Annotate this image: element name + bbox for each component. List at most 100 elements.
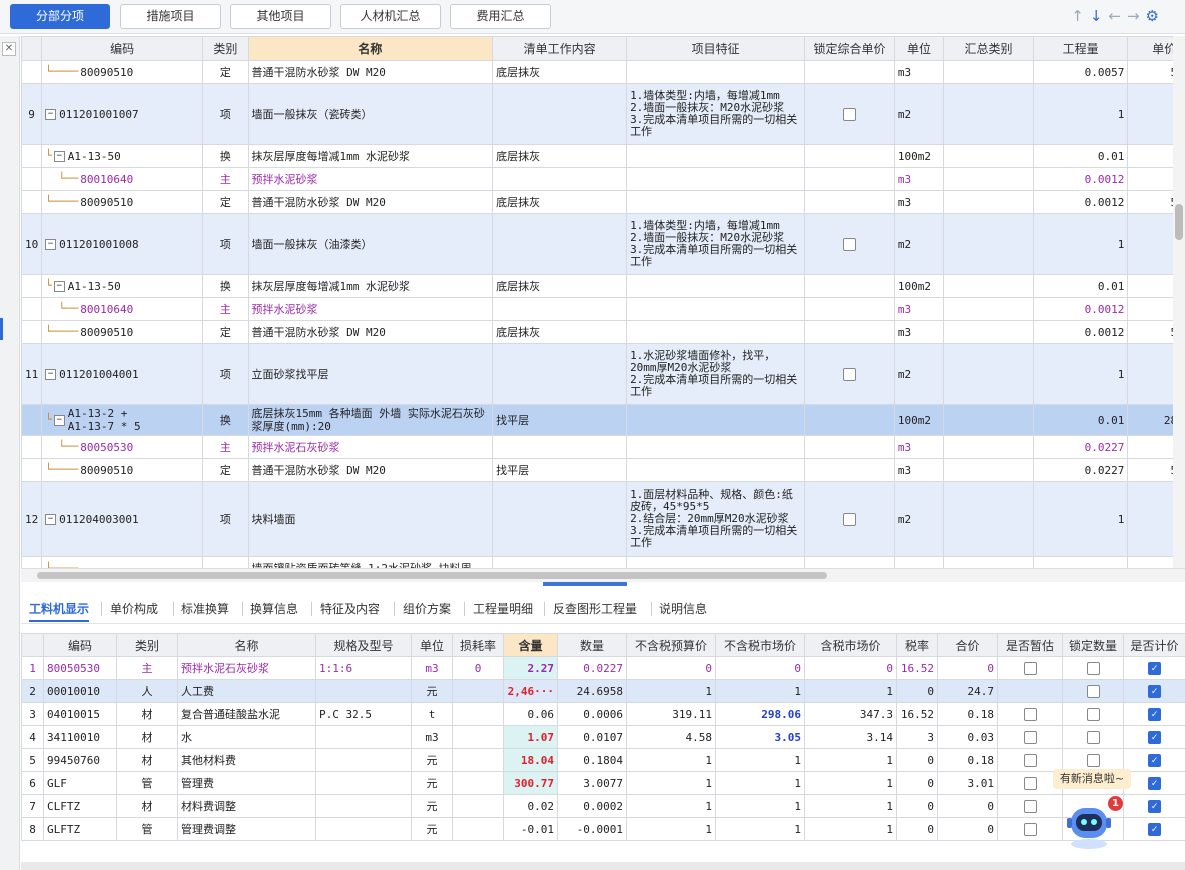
res-code[interactable]: 04010015 xyxy=(43,702,117,726)
item-quantity[interactable]: 0.01 xyxy=(1032,274,1129,298)
res-total[interactable]: 0 xyxy=(937,794,998,818)
item-name[interactable]: 普通干混防水砂浆 DW M20 xyxy=(247,190,494,214)
item-unit[interactable]: m3 xyxy=(893,60,945,84)
header-work[interactable]: 清单工作内容 xyxy=(492,36,628,61)
item-quantity[interactable]: 0.0057 xyxy=(1032,60,1129,84)
item-unit[interactable]: m2 xyxy=(893,213,945,275)
res-code[interactable]: 99450760 xyxy=(43,748,117,772)
item-code[interactable]: −011201004001 xyxy=(41,343,204,405)
item-code[interactable]: └──── xyxy=(41,556,204,568)
item-feature[interactable] xyxy=(626,144,806,168)
res-amount[interactable]: 0.0227 xyxy=(557,656,627,680)
item-code[interactable]: └──── 80090510 xyxy=(41,190,204,214)
lh-type[interactable]: 类别 xyxy=(116,633,178,657)
item-summary[interactable] xyxy=(943,274,1034,298)
item-unit[interactable]: m2 xyxy=(893,481,945,557)
res-type[interactable]: 人 xyxy=(116,679,178,703)
item-feature[interactable] xyxy=(626,297,806,321)
res-name[interactable]: 材料费调整 xyxy=(177,794,316,818)
res-spec[interactable] xyxy=(315,794,412,818)
checkbox[interactable] xyxy=(1086,753,1100,767)
item-work[interactable] xyxy=(492,167,628,191)
checkbox[interactable] xyxy=(1023,661,1037,675)
res-estimate[interactable] xyxy=(997,702,1063,726)
bottom-scrollbar[interactable] xyxy=(21,862,1185,870)
item-code[interactable]: └──── 80090510 xyxy=(41,60,204,84)
res-tax-rate[interactable]: 0 xyxy=(896,794,938,818)
res-tax-market-price[interactable]: 1 xyxy=(804,748,897,772)
item-work[interactable]: 底层抹灰 xyxy=(492,320,628,344)
close-icon[interactable]: ✕ xyxy=(2,42,16,56)
checkbox-checked[interactable]: ✓ xyxy=(1148,730,1161,744)
res-budget-price[interactable]: 319.11 xyxy=(626,702,716,726)
item-lock[interactable] xyxy=(804,458,895,482)
res-type[interactable]: 材 xyxy=(116,702,178,726)
arrow-down-icon[interactable]: ↓ xyxy=(1090,7,1109,25)
checkbox[interactable] xyxy=(1023,730,1037,744)
item-lock[interactable] xyxy=(804,297,895,321)
item-work[interactable] xyxy=(492,213,628,275)
item-work[interactable] xyxy=(492,297,628,321)
item-code[interactable]: └ − A1-13-2 + A1-13-7 * 5 xyxy=(41,404,204,436)
item-type[interactable]: 定 xyxy=(202,60,249,84)
res-tax-rate[interactable]: 3 xyxy=(896,725,938,749)
res-code[interactable]: 80050530 xyxy=(43,656,117,680)
item-summary[interactable] xyxy=(943,320,1034,344)
item-quantity[interactable]: 1 xyxy=(1032,213,1129,275)
item-lock[interactable] xyxy=(804,83,895,145)
table-row[interactable]: 4 34110010 材水 m3 1.07 0.0107 4.58 3.05 3.14 3 0.03… xyxy=(21,725,1185,749)
res-budget-price[interactable]: 1 xyxy=(626,679,716,703)
item-name[interactable]: 预拌水泥砂浆 xyxy=(247,297,494,321)
table-row[interactable]: └──── 80090510 定普通干混防水砂浆 DW M20 底层抹灰 m3 0.001… xyxy=(21,320,1173,344)
res-tax-market-price[interactable]: 0 xyxy=(804,656,897,680)
res-type[interactable]: 管 xyxy=(116,771,178,795)
item-unit[interactable]: m3 xyxy=(893,458,945,482)
lh-total[interactable]: 合价 xyxy=(937,633,998,657)
item-price[interactable] xyxy=(1127,343,1173,405)
item-name[interactable]: 抹灰层厚度每增减1mm 水泥砂浆 xyxy=(247,274,494,298)
item-price[interactable] xyxy=(1127,435,1173,459)
res-billable[interactable]: ✓ xyxy=(1123,679,1185,703)
item-summary[interactable] xyxy=(943,213,1034,275)
item-code[interactable]: └──── 80090510 xyxy=(41,320,204,344)
item-code[interactable]: └── 80010640 xyxy=(41,297,204,321)
header-quantity[interactable]: 工程量 xyxy=(1032,36,1129,61)
header-summary-type[interactable]: 汇总类别 xyxy=(943,36,1034,61)
res-type[interactable]: 材 xyxy=(116,748,178,772)
item-feature[interactable] xyxy=(626,458,806,482)
item-work[interactable] xyxy=(492,343,628,405)
header-feature[interactable]: 项目特征 xyxy=(626,36,806,61)
res-total[interactable]: 24.7 xyxy=(937,679,998,703)
res-amount[interactable]: 0.0002 xyxy=(557,794,627,818)
item-type[interactable] xyxy=(202,556,249,568)
checkbox-checked[interactable]: ✓ xyxy=(1148,684,1161,698)
item-price[interactable] xyxy=(1127,481,1173,557)
item-price[interactable]: 37. xyxy=(1127,274,1173,298)
item-type[interactable]: 定 xyxy=(202,190,249,214)
checkbox[interactable] xyxy=(1023,776,1037,790)
item-type[interactable]: 项 xyxy=(202,343,249,405)
lock-checkbox[interactable] xyxy=(843,107,857,121)
item-work[interactable]: 找平层 xyxy=(492,458,628,482)
res-lock-qty[interactable] xyxy=(1062,725,1124,749)
item-work[interactable]: 找平层 xyxy=(492,404,628,436)
item-summary[interactable] xyxy=(943,343,1034,405)
res-billable[interactable]: ✓ xyxy=(1123,817,1185,841)
item-price[interactable] xyxy=(1127,556,1173,568)
res-tax-market-price[interactable]: 1 xyxy=(804,817,897,841)
item-type[interactable]: 换 xyxy=(202,274,249,298)
item-unit[interactable]: m3 xyxy=(893,167,945,191)
table-row[interactable]: └──── 80090510 定普通干混防水砂浆 DW M20 底层抹灰 m3 0.001… xyxy=(21,190,1173,214)
collapse-icon[interactable]: − xyxy=(45,238,57,250)
item-price[interactable]: 520. xyxy=(1127,320,1173,344)
item-quantity[interactable]: 0.0012 xyxy=(1032,190,1129,214)
res-loss[interactable] xyxy=(452,794,504,818)
res-total[interactable]: 0.03 xyxy=(937,725,998,749)
item-quantity[interactable]: 0.01 xyxy=(1032,404,1129,436)
res-amount[interactable]: 0.0107 xyxy=(557,725,627,749)
res-spec[interactable] xyxy=(315,817,412,841)
table-row[interactable]: └── 80010640 主预拌水泥砂浆 m3 0.0012 xyxy=(21,167,1173,191)
lh-budget-price[interactable]: 不含税预算价 xyxy=(626,633,716,657)
item-work[interactable]: 底层抹灰 xyxy=(492,190,628,214)
res-amount[interactable]: 0.0006 xyxy=(557,702,627,726)
